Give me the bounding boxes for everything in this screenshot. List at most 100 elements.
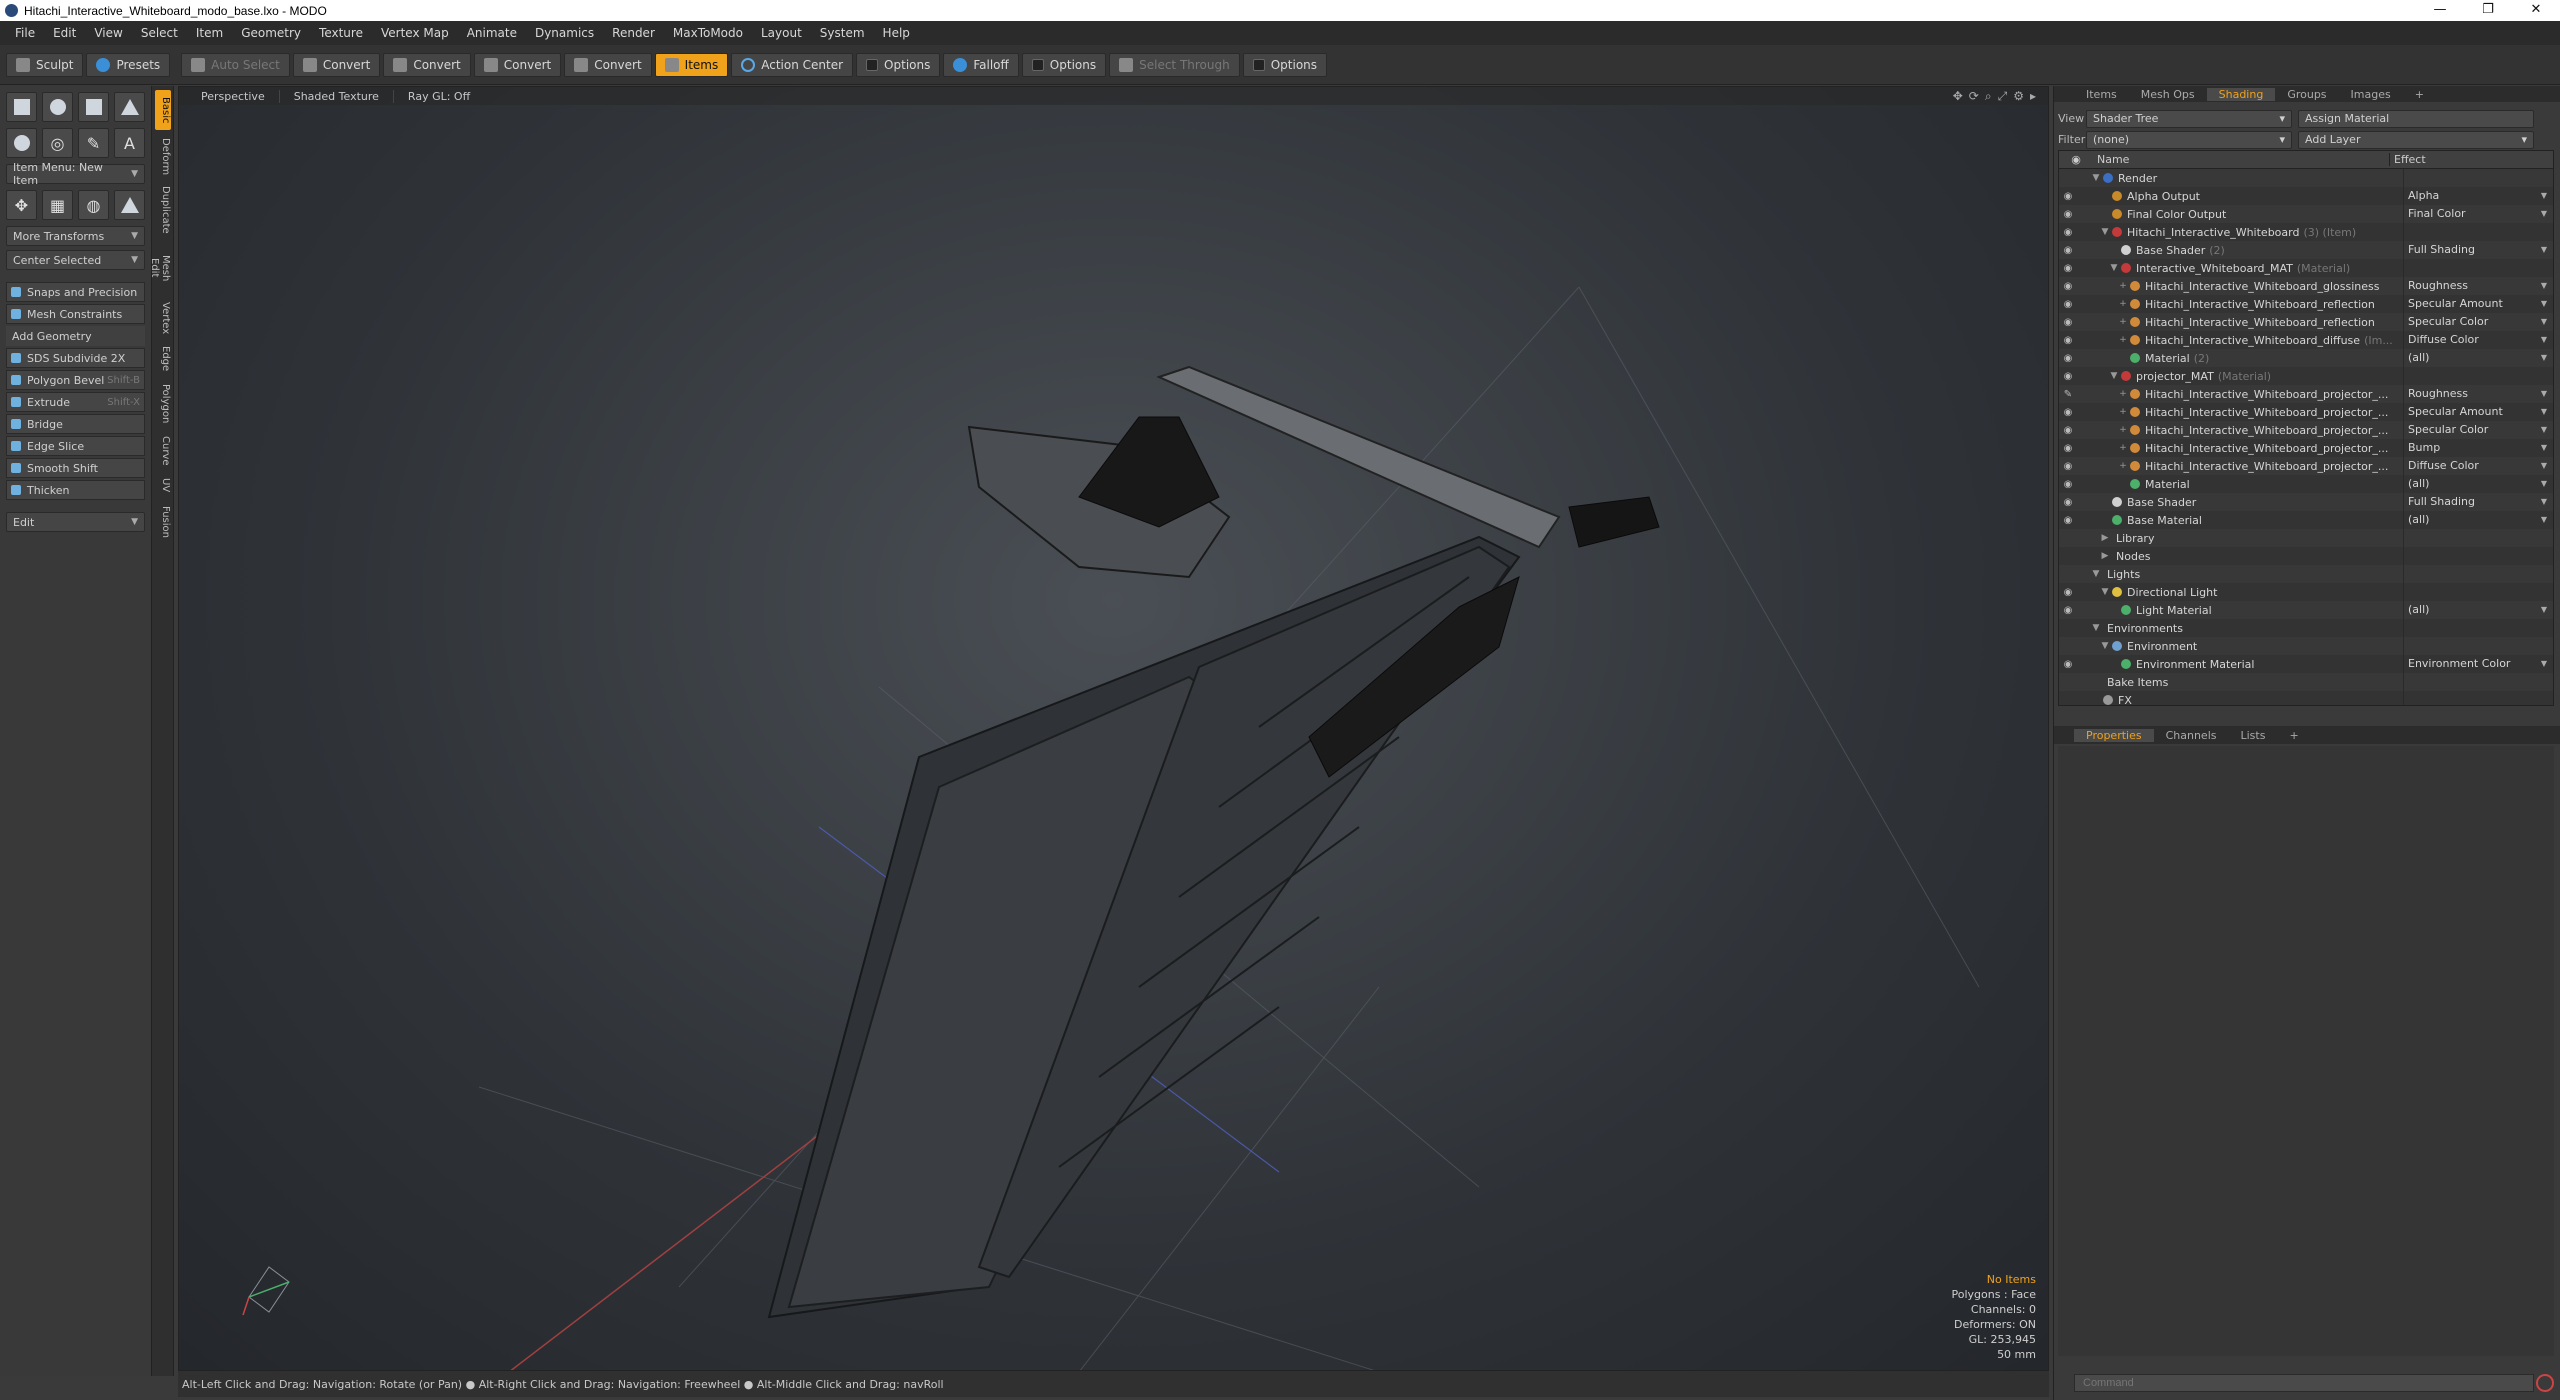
chevron-down-icon[interactable]: ▼ bbox=[2541, 601, 2547, 619]
items-mode-button[interactable]: Items bbox=[654, 52, 729, 77]
menu-maxtomodo[interactable]: MaxToModo bbox=[664, 21, 752, 45]
chevron-down-icon[interactable]: ▼ bbox=[2541, 241, 2547, 259]
effect-cell[interactable]: Specular Amount ▼ bbox=[2403, 403, 2553, 421]
convert-edges-button[interactable]: Convert bbox=[383, 52, 471, 77]
menu-file[interactable]: File bbox=[6, 21, 44, 45]
convert-materials-button[interactable]: Convert bbox=[564, 52, 652, 77]
transform-tool[interactable]: ✥ bbox=[6, 190, 37, 220]
polygon-bevel-button[interactable]: Polygon Bevel Shift-B bbox=[6, 370, 145, 390]
visibility-toggle-icon[interactable]: ✎ bbox=[2059, 389, 2077, 400]
effect-cell[interactable]: (all) ▼ bbox=[2403, 511, 2553, 529]
effect-cell[interactable] bbox=[2403, 691, 2553, 705]
add-geometry-section[interactable]: Add Geometry bbox=[6, 326, 145, 346]
chevron-down-icon[interactable]: ▼ bbox=[2541, 493, 2547, 511]
tab-properties[interactable]: Properties bbox=[2074, 728, 2154, 742]
add-layer-dropdown[interactable]: Add Layer ▾ bbox=[2298, 130, 2534, 149]
effect-cell[interactable]: Environment Color ▼ bbox=[2403, 655, 2553, 673]
pyramid-tool[interactable] bbox=[114, 190, 145, 220]
cylinder-tool[interactable] bbox=[78, 92, 109, 122]
menu-select[interactable]: Select bbox=[132, 21, 187, 45]
snaps-precision-button[interactable]: Snaps and Precision bbox=[6, 282, 145, 302]
shader-tree-row[interactable]: FX bbox=[2059, 691, 2553, 705]
visibility-toggle-icon[interactable]: ◉ bbox=[2059, 407, 2077, 418]
expand-toggle-icon[interactable]: ▼ bbox=[2100, 227, 2110, 237]
visibility-toggle-icon[interactable]: ◉ bbox=[2059, 371, 2077, 382]
expand-toggle-icon[interactable]: ▶ bbox=[2100, 551, 2110, 561]
cone-tool[interactable] bbox=[114, 92, 145, 122]
visibility-toggle-icon[interactable]: ◉ bbox=[2059, 263, 2077, 274]
zoom-view-icon[interactable]: ⌕ bbox=[1985, 89, 1992, 104]
visibility-toggle-icon[interactable]: ◉ bbox=[2059, 443, 2077, 454]
globe-tool[interactable]: ◍ bbox=[78, 190, 109, 220]
view-dropdown[interactable]: Shader Tree ▾ bbox=[2086, 109, 2292, 128]
cube-tool[interactable] bbox=[6, 92, 37, 122]
tab-deform[interactable]: Deform bbox=[155, 134, 171, 178]
effect-cell[interactable]: Diffuse Color ▼ bbox=[2403, 457, 2553, 475]
effect-cell[interactable] bbox=[2403, 565, 2553, 583]
auto-select-button[interactable]: Auto Select bbox=[181, 52, 290, 77]
visibility-toggle-icon[interactable]: ◉ bbox=[2059, 479, 2077, 490]
menu-layout[interactable]: Layout bbox=[752, 21, 811, 45]
capsule-tool[interactable] bbox=[6, 128, 37, 158]
expand-toggle-icon[interactable]: + bbox=[2118, 299, 2128, 309]
close-button[interactable]: ✕ bbox=[2512, 0, 2560, 21]
effect-cell[interactable] bbox=[2403, 259, 2553, 277]
shader-tree-row[interactable]: ◉ Light Material (all) ▼ bbox=[2059, 601, 2553, 619]
tab-polygon[interactable]: Polygon bbox=[155, 380, 171, 428]
shader-tree-row[interactable]: ▼ Render bbox=[2059, 169, 2553, 187]
effect-cell[interactable]: Bump ▼ bbox=[2403, 439, 2553, 457]
expand-toggle-icon[interactable]: + bbox=[2118, 335, 2128, 345]
effect-cell[interactable]: (all) ▼ bbox=[2403, 601, 2553, 619]
sphere-tool[interactable] bbox=[42, 92, 73, 122]
menu-geometry[interactable]: Geometry bbox=[232, 21, 310, 45]
chevron-down-icon[interactable]: ▼ bbox=[2541, 511, 2547, 529]
convert-polygons-button[interactable]: Convert bbox=[473, 52, 562, 77]
edge-slice-button[interactable]: Edge Slice bbox=[6, 436, 145, 456]
shader-tree-row[interactable]: ◉ Material (all) ▼ bbox=[2059, 475, 2553, 493]
sculpt-button[interactable]: Sculpt bbox=[6, 52, 84, 77]
tab-items[interactable]: Items bbox=[2074, 88, 2129, 101]
mesh-constraints-button[interactable]: Mesh Constraints bbox=[6, 304, 145, 324]
shader-tree-row[interactable]: ◉ + Hitachi_Interactive_Whiteboard_project… bbox=[2059, 439, 2553, 457]
expand-toggle-icon[interactable]: ▼ bbox=[2100, 587, 2110, 597]
expand-toggle-icon[interactable]: ▼ bbox=[2109, 263, 2119, 273]
tab-shading[interactable]: Shading bbox=[2206, 87, 2276, 101]
shader-tree-row[interactable]: ▼ Lights bbox=[2059, 565, 2553, 583]
visibility-toggle-icon[interactable]: ◉ bbox=[2059, 497, 2077, 508]
smooth-shift-button[interactable]: Smooth Shift bbox=[6, 458, 145, 478]
tab-mesh-ops[interactable]: Mesh Ops bbox=[2129, 88, 2207, 101]
visibility-toggle-icon[interactable]: ◉ bbox=[2059, 515, 2077, 526]
shader-tree-row[interactable]: ◉ Environment Material Environment Color ▼ bbox=[2059, 655, 2553, 673]
chevron-down-icon[interactable]: ▼ bbox=[2541, 205, 2547, 223]
gear-icon[interactable]: ⚙ bbox=[2013, 89, 2024, 104]
effect-cell[interactable] bbox=[2403, 169, 2553, 187]
menu-view[interactable]: View bbox=[85, 21, 131, 45]
visibility-toggle-icon[interactable]: ◉ bbox=[2059, 587, 2077, 598]
falloff-options-button[interactable]: Options bbox=[1021, 52, 1107, 77]
select-through-options-button[interactable]: Options bbox=[1242, 52, 1328, 77]
convert-vertices-button[interactable]: Convert bbox=[292, 52, 381, 77]
shader-tree-row[interactable]: ▼ Environments bbox=[2059, 619, 2553, 637]
visibility-toggle-icon[interactable]: ◉ bbox=[2059, 281, 2077, 292]
chevron-down-icon[interactable]: ▼ bbox=[2541, 403, 2547, 421]
effect-cell[interactable]: Alpha ▼ bbox=[2403, 187, 2553, 205]
tab-duplicate[interactable]: Duplicate bbox=[155, 182, 171, 238]
move-view-icon[interactable]: ✥ bbox=[1953, 89, 1963, 104]
visibility-toggle-icon[interactable]: ◉ bbox=[2059, 335, 2077, 346]
effect-cell[interactable]: Roughness ▼ bbox=[2403, 277, 2553, 295]
menu-animate[interactable]: Animate bbox=[458, 21, 526, 45]
rotate-view-icon[interactable]: ⟳ bbox=[1969, 89, 1979, 104]
shader-tree-row[interactable]: ◉ Final Color Output Final Color ▼ bbox=[2059, 205, 2553, 223]
shader-tree-row[interactable]: ◉ ▼ projector_MAT (Material) bbox=[2059, 367, 2553, 385]
shader-tree-row[interactable]: ◉ Base Shader Full Shading ▼ bbox=[2059, 493, 2553, 511]
fit-view-icon[interactable]: ⤢ bbox=[1998, 89, 2008, 104]
menu-vertex-map[interactable]: Vertex Map bbox=[372, 21, 458, 45]
expand-toggle-icon[interactable]: ▼ bbox=[2091, 173, 2101, 183]
add-props-tab-button[interactable]: + bbox=[2277, 729, 2310, 742]
effect-column-header[interactable]: Effect bbox=[2389, 153, 2553, 166]
visibility-toggle-icon[interactable]: ◉ bbox=[2059, 425, 2077, 436]
effect-cell[interactable]: Specular Color ▼ bbox=[2403, 421, 2553, 439]
maximize-button[interactable]: ❐ bbox=[2464, 0, 2512, 21]
shader-tree-row[interactable]: ◉ + Hitachi_Interactive_Whiteboard_diffuse… bbox=[2059, 331, 2553, 349]
expand-toggle-icon[interactable]: + bbox=[2118, 425, 2128, 435]
